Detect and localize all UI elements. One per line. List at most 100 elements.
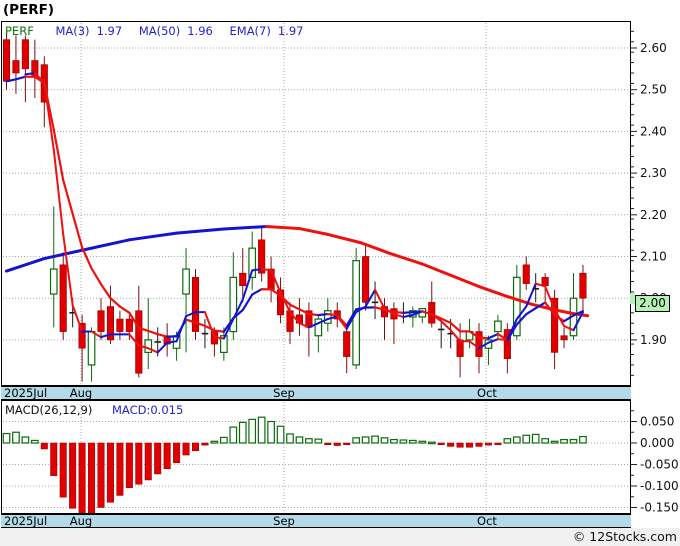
macd-bar-negative <box>192 442 199 451</box>
legend-ema7: EMA(7) 1.97 <box>229 24 304 38</box>
month-label-jul: 2025Jul <box>4 386 48 400</box>
macd-bar-negative <box>78 442 86 513</box>
macd-value-label: MACD:0.015 <box>112 403 184 417</box>
macd-bar-negative <box>125 442 133 488</box>
ema7-line <box>109 297 122 308</box>
ma50-line <box>326 232 363 245</box>
ema7-line <box>392 310 405 314</box>
ma50-line <box>127 231 179 242</box>
macd-bar-positive <box>286 433 294 444</box>
macd-bar-negative <box>333 442 341 446</box>
macd-bar-negative <box>106 442 114 503</box>
macd-bar-negative <box>154 442 162 475</box>
macd-bar-positive <box>541 438 550 444</box>
month-label-aug: Aug <box>69 386 93 400</box>
ema7-line <box>14 75 27 81</box>
macd-bar-positive <box>12 431 20 444</box>
ema7-line <box>317 312 329 317</box>
legend-ma3: MA(3) 1.97 <box>55 24 123 38</box>
candle-body-down <box>2 39 11 82</box>
macd-bar-positive <box>210 440 219 444</box>
candle <box>21 35 29 103</box>
ma3-line <box>24 72 36 76</box>
ema7-line <box>251 288 263 296</box>
candle <box>97 298 105 340</box>
macd-bar-negative <box>447 442 455 447</box>
date-axis-main: 2025Jul Aug Sep Oct <box>1 386 631 400</box>
candle-body-down <box>116 318 124 332</box>
month-label-sep: Sep <box>273 514 295 528</box>
macd-legend: MACD(26,12,9) MACD:0.015 <box>5 403 183 417</box>
macd-bar-negative <box>116 442 124 496</box>
axis-label: 2.40 <box>640 124 667 138</box>
candle-body-down <box>97 310 105 332</box>
macd-bar-positive <box>361 436 370 444</box>
candle <box>428 281 436 328</box>
macd-bar-negative <box>343 442 351 445</box>
macd-bar-negative <box>69 442 77 509</box>
ma50-line <box>175 227 226 235</box>
ema7-line <box>402 311 414 314</box>
ma3-line <box>251 268 263 272</box>
legend-symbol: PERF <box>5 24 34 38</box>
ma50-line <box>80 238 131 252</box>
macd-bar-positive <box>371 435 379 444</box>
macd-bar-negative <box>50 442 58 476</box>
macd-bar-negative <box>437 442 445 445</box>
candle <box>409 306 417 328</box>
candle <box>267 256 275 303</box>
candle <box>116 310 124 340</box>
macd-bar-positive <box>390 438 398 444</box>
axis-label: 2.30 <box>640 166 667 180</box>
macd-bar-positive <box>238 421 247 444</box>
macd-bar-negative <box>163 442 171 470</box>
indicator-legend: PERF MA(3) 1.97 MA(50) 1.96 EMA(7) 1.97 <box>5 24 316 38</box>
page-title: (PERF) <box>3 2 55 18</box>
candle <box>201 319 209 349</box>
month-label-jul: 2025Jul <box>4 514 48 528</box>
macd-bar-positive <box>257 416 266 444</box>
date-axis-macd: 2025Jul Aug Sep Oct <box>1 514 631 528</box>
candle-body-down <box>12 60 20 74</box>
ma50-line <box>477 285 509 299</box>
macd-bar-positive <box>2 432 11 444</box>
macd-bar-positive <box>352 437 360 444</box>
macd-bar-positive <box>380 437 389 444</box>
candle-body-down <box>522 264 530 284</box>
macd-bar-negative <box>135 442 143 485</box>
axis-label: 2.60 <box>640 41 667 55</box>
copyright-watermark: © 12Stocks.com <box>572 529 677 544</box>
axis-label: -0.150 <box>640 501 679 515</box>
candle <box>59 252 67 340</box>
ma3-line <box>71 304 84 333</box>
candle-body-down <box>239 272 247 286</box>
candle-body-up <box>49 268 58 295</box>
macd-bar-negative <box>324 442 332 445</box>
candle <box>191 269 200 340</box>
ma3-line <box>156 341 169 354</box>
candle <box>579 264 587 311</box>
ema7-line <box>118 305 131 314</box>
macd-bar-negative <box>59 442 67 498</box>
ema7-line <box>90 267 103 286</box>
macd-bar-positive <box>531 433 540 444</box>
last-price-box: 2.00 <box>635 295 670 312</box>
candle <box>258 227 266 282</box>
macd-bar-negative <box>97 442 105 508</box>
macd-bar-positive <box>229 426 238 444</box>
candle <box>390 302 398 345</box>
ma50-line <box>449 273 481 289</box>
month-label-oct: Oct <box>477 514 497 528</box>
macd-bar-negative <box>40 442 48 450</box>
macd-bar-positive <box>276 425 285 444</box>
macd-bar-negative <box>484 442 492 446</box>
candle-body-down <box>579 272 587 299</box>
macd-bar-negative <box>144 442 152 481</box>
macd-bar-positive <box>418 440 427 444</box>
ma50-line <box>387 251 424 266</box>
macd-bar-positive <box>31 439 39 444</box>
macd-bar-positive <box>569 438 578 444</box>
macd-bar-positive <box>503 438 512 444</box>
axis-label: 0.050 <box>640 415 674 429</box>
macd-bar-negative <box>466 442 474 448</box>
